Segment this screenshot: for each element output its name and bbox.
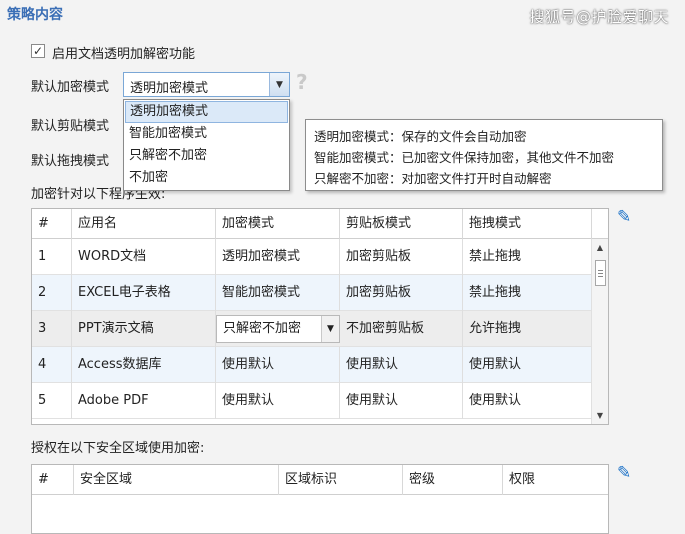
- table-row[interactable]: 5 Adobe PDF 使用默认 使用默认 使用默认: [32, 383, 592, 419]
- watermark: 搜狐号@护脸爱聊天: [529, 8, 669, 26]
- column-header-app: 应用名: [72, 209, 216, 239]
- mode-dropdown-list: 透明加密模式 智能加密模式 只解密不加密 不加密: [123, 99, 290, 191]
- cell-mode[interactable]: 智能加密模式: [216, 275, 340, 311]
- dropdown-option-transparent[interactable]: 透明加密模式: [125, 101, 288, 123]
- cell-drag[interactable]: 使用默认: [463, 383, 592, 419]
- table-row[interactable]: 2 EXCEL电子表格 智能加密模式 加密剪贴板 禁止拖拽: [32, 275, 592, 311]
- cell-mode[interactable]: 使用默认: [216, 347, 340, 383]
- scroll-down-icon[interactable]: ▼: [592, 409, 608, 423]
- column-header-level: 密级: [403, 465, 503, 495]
- cell-clipboard[interactable]: 使用默认: [340, 347, 463, 383]
- cell-app: WORD文档: [72, 239, 216, 275]
- cell-index: 5: [32, 383, 72, 419]
- cell-clipboard[interactable]: 不加密剪贴板: [340, 311, 463, 347]
- cell-drag[interactable]: 允许拖拽: [463, 311, 592, 347]
- cell-mode[interactable]: 透明加密模式: [216, 239, 340, 275]
- cell-mode[interactable]: 使用默认: [216, 383, 340, 419]
- column-header-area: 安全区域: [74, 465, 279, 495]
- cell-app: Adobe PDF: [72, 383, 216, 419]
- chevron-down-icon[interactable]: ▼: [269, 73, 289, 96]
- enable-checkbox[interactable]: ✓: [31, 44, 45, 58]
- pencil-icon[interactable]: ✎: [617, 209, 633, 226]
- tooltip-line: 只解密不加密：对加密文件打开时自动解密: [314, 171, 552, 186]
- table-scrollbar[interactable]: ▲ ▼: [591, 239, 608, 424]
- cell-drag[interactable]: 禁止拖拽: [463, 239, 592, 275]
- cell-drag[interactable]: 使用默认: [463, 347, 592, 383]
- cell-index: 1: [32, 239, 72, 275]
- column-header-permission: 权限: [509, 472, 536, 487]
- cell-app: PPT演示文稿: [72, 311, 216, 347]
- cell-drag[interactable]: 禁止拖拽: [463, 275, 592, 311]
- chevron-down-icon[interactable]: ▼: [321, 316, 339, 342]
- dropdown-option-smart[interactable]: 智能加密模式: [125, 123, 288, 145]
- pencil-icon[interactable]: ✎: [617, 465, 633, 482]
- column-header-index: #: [32, 209, 72, 239]
- mode-combo[interactable]: 透明加密模式 ▼: [123, 72, 290, 97]
- tooltip-line: 透明加密模式：保存的文件会自动加密: [314, 129, 527, 144]
- table-row[interactable]: 1 WORD文档 透明加密模式 加密剪贴板 禁止拖拽: [32, 239, 592, 275]
- program-table: # 应用名 加密模式 剪贴板模式 拖拽模式 1 WORD文档 透明加密模式 加密…: [31, 208, 609, 425]
- column-header-mode: 加密模式: [216, 209, 340, 239]
- cell-index: 4: [32, 347, 72, 383]
- cell-clipboard[interactable]: 加密剪贴板: [340, 275, 463, 311]
- section-title: 策略内容: [7, 7, 63, 23]
- cell-clipboard[interactable]: 加密剪贴板: [340, 239, 463, 275]
- table-row[interactable]: 4 Access数据库 使用默认 使用默认 使用默认: [32, 347, 592, 383]
- default-clipboard-label: 默认剪贴模式: [31, 119, 110, 134]
- row-mode-combo[interactable]: 只解密不加密 ▼: [216, 315, 340, 343]
- column-header-area-id: 区域标识: [279, 465, 403, 495]
- cell-index: 2: [32, 275, 72, 311]
- area-table-header: # 安全区域 区域标识 密级 权限: [32, 465, 608, 495]
- scroll-thumb[interactable]: [595, 260, 606, 286]
- default-drag-label: 默认拖拽模式: [31, 154, 110, 169]
- column-header-index: #: [32, 465, 74, 495]
- row-mode-combo-value: 只解密不加密: [223, 321, 302, 336]
- help-icon[interactable]: ?: [296, 70, 308, 94]
- column-header-clipboard: 剪贴板模式: [340, 209, 463, 239]
- mode-combo-value: 透明加密模式: [130, 81, 209, 96]
- area-table: # 安全区域 区域标识 密级 权限: [31, 464, 609, 534]
- default-mode-label: 默认加密模式: [31, 80, 110, 95]
- cell-clipboard[interactable]: 使用默认: [340, 383, 463, 419]
- table-row[interactable]: 3 PPT演示文稿 只解密不加密 ▼ 不加密剪贴板 允许拖拽: [32, 311, 592, 347]
- mode-tooltip: 透明加密模式：保存的文件会自动加密 智能加密模式：已加密文件保持加密，其他文件不…: [305, 119, 663, 191]
- cell-app: Access数据库: [72, 347, 216, 383]
- dropdown-option-none[interactable]: 不加密: [125, 167, 288, 189]
- cell-app: EXCEL电子表格: [72, 275, 216, 311]
- areas-label: 授权在以下安全区域使用加密:: [31, 441, 205, 456]
- program-table-header: # 应用名 加密模式 剪贴板模式 拖拽模式: [32, 209, 608, 239]
- dropdown-option-decrypt-only[interactable]: 只解密不加密: [125, 145, 288, 167]
- column-header-drag: 拖拽模式: [463, 209, 592, 239]
- enable-checkbox-label[interactable]: 启用文档透明加解密功能: [52, 43, 195, 62]
- cell-index: 3: [32, 311, 72, 347]
- tooltip-line: 智能加密模式：已加密文件保持加密，其他文件不加密: [314, 150, 615, 165]
- scroll-up-icon[interactable]: ▲: [592, 241, 608, 255]
